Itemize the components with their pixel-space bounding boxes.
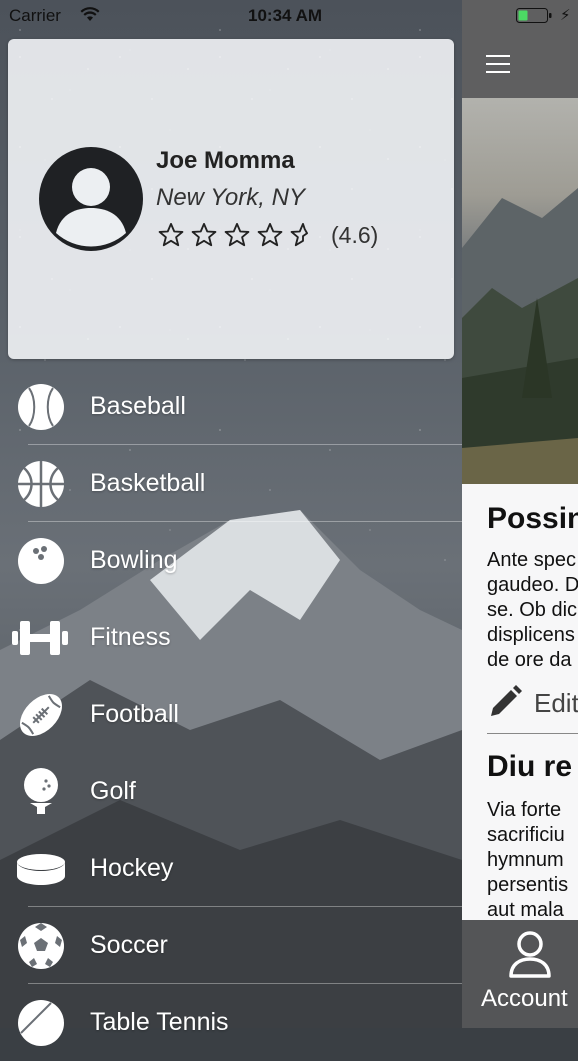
status-bar: Carrier 10:34 AM ⚡︎ bbox=[0, 0, 578, 32]
main-content: Possin Ante spec gaudeo. D se. Ob dic di… bbox=[462, 0, 578, 1028]
menu-item-label: Football bbox=[90, 700, 179, 728]
rating-value: (4.6) bbox=[331, 221, 379, 248]
sports-menu: Baseball Basketball Bowling Fitness Foot… bbox=[0, 368, 462, 1061]
profile-name: Joe Momma bbox=[156, 147, 295, 174]
wifi-icon bbox=[80, 7, 100, 21]
edit-label: Edit bbox=[534, 688, 578, 718]
football-icon bbox=[20, 694, 62, 736]
profile-location: New York, NY bbox=[156, 184, 305, 211]
section-text-line: displicens bbox=[487, 624, 575, 646]
menu-item-soccer[interactable]: Soccer bbox=[0, 907, 462, 984]
section-text-line: Ante spec bbox=[487, 549, 576, 571]
menu-item-label: Baseball bbox=[90, 392, 186, 420]
star-icon bbox=[158, 222, 184, 247]
menu-item-baseball[interactable]: Baseball bbox=[0, 368, 462, 445]
battery-icon bbox=[516, 8, 552, 23]
soccer-ball-icon bbox=[18, 923, 64, 969]
menu-item-label: Soccer bbox=[90, 931, 168, 959]
landscape-illustration bbox=[462, 188, 578, 484]
section-title: Possin bbox=[487, 502, 578, 535]
star-icon bbox=[224, 222, 250, 247]
hero-image bbox=[462, 98, 578, 484]
basketball-icon bbox=[18, 461, 64, 507]
clock: 10:34 AM bbox=[248, 6, 323, 25]
section-text-line: persentis bbox=[487, 874, 569, 896]
menu-item-label: Fitness bbox=[90, 623, 171, 651]
charging-icon: ⚡︎ bbox=[560, 7, 571, 24]
baseball-icon bbox=[18, 384, 64, 430]
menu-item-bowling[interactable]: Bowling bbox=[0, 522, 462, 599]
section-text-line: de ore da bbox=[487, 649, 572, 671]
menu-item-label: Basketball bbox=[90, 469, 206, 497]
menu-item-fitness[interactable]: Fitness bbox=[0, 599, 462, 676]
profile-card[interactable]: Joe Momma New York, NY (4.6) bbox=[8, 39, 454, 359]
section-text-line: hymnum bbox=[487, 849, 564, 871]
tab-account[interactable]: Account bbox=[481, 985, 568, 1013]
menu-item-hockey[interactable]: Hockey bbox=[0, 830, 462, 907]
menu-item-basketball[interactable]: Basketball bbox=[0, 445, 462, 522]
pencil-icon bbox=[491, 685, 522, 716]
table-tennis-icon bbox=[18, 1000, 64, 1046]
section-text-line: sacrificiu bbox=[487, 824, 565, 846]
menu-item-golf[interactable]: Golf bbox=[0, 753, 462, 830]
section-text-line: gaudeo. D bbox=[487, 574, 578, 596]
half-star-icon bbox=[290, 222, 309, 247]
star-icon bbox=[257, 222, 283, 247]
golf-icon bbox=[24, 768, 58, 814]
menu-item-table-tennis[interactable]: Table Tennis bbox=[0, 984, 462, 1061]
section-title: Diu re bbox=[487, 750, 573, 783]
section-text-line: se. Ob dic bbox=[487, 599, 578, 621]
carrier-label: Carrier bbox=[9, 6, 61, 25]
bowling-icon bbox=[18, 538, 64, 584]
rating-stars: (4.6) bbox=[156, 221, 378, 249]
menu-item-label: Golf bbox=[90, 777, 136, 805]
account-icon[interactable] bbox=[508, 930, 552, 978]
menu-item-label: Hockey bbox=[90, 854, 174, 882]
star-icon bbox=[191, 222, 217, 247]
avatar-icon bbox=[39, 147, 143, 251]
menu-item-label: Bowling bbox=[90, 546, 178, 574]
hamburger-menu-icon[interactable] bbox=[486, 54, 510, 74]
menu-item-football[interactable]: Football bbox=[0, 676, 462, 753]
dumbbell-icon bbox=[12, 621, 68, 655]
section-text-line: Via forte bbox=[487, 799, 562, 821]
menu-item-label: Table Tennis bbox=[90, 1008, 229, 1036]
divider bbox=[487, 733, 578, 734]
hockey-puck-icon bbox=[17, 854, 65, 885]
